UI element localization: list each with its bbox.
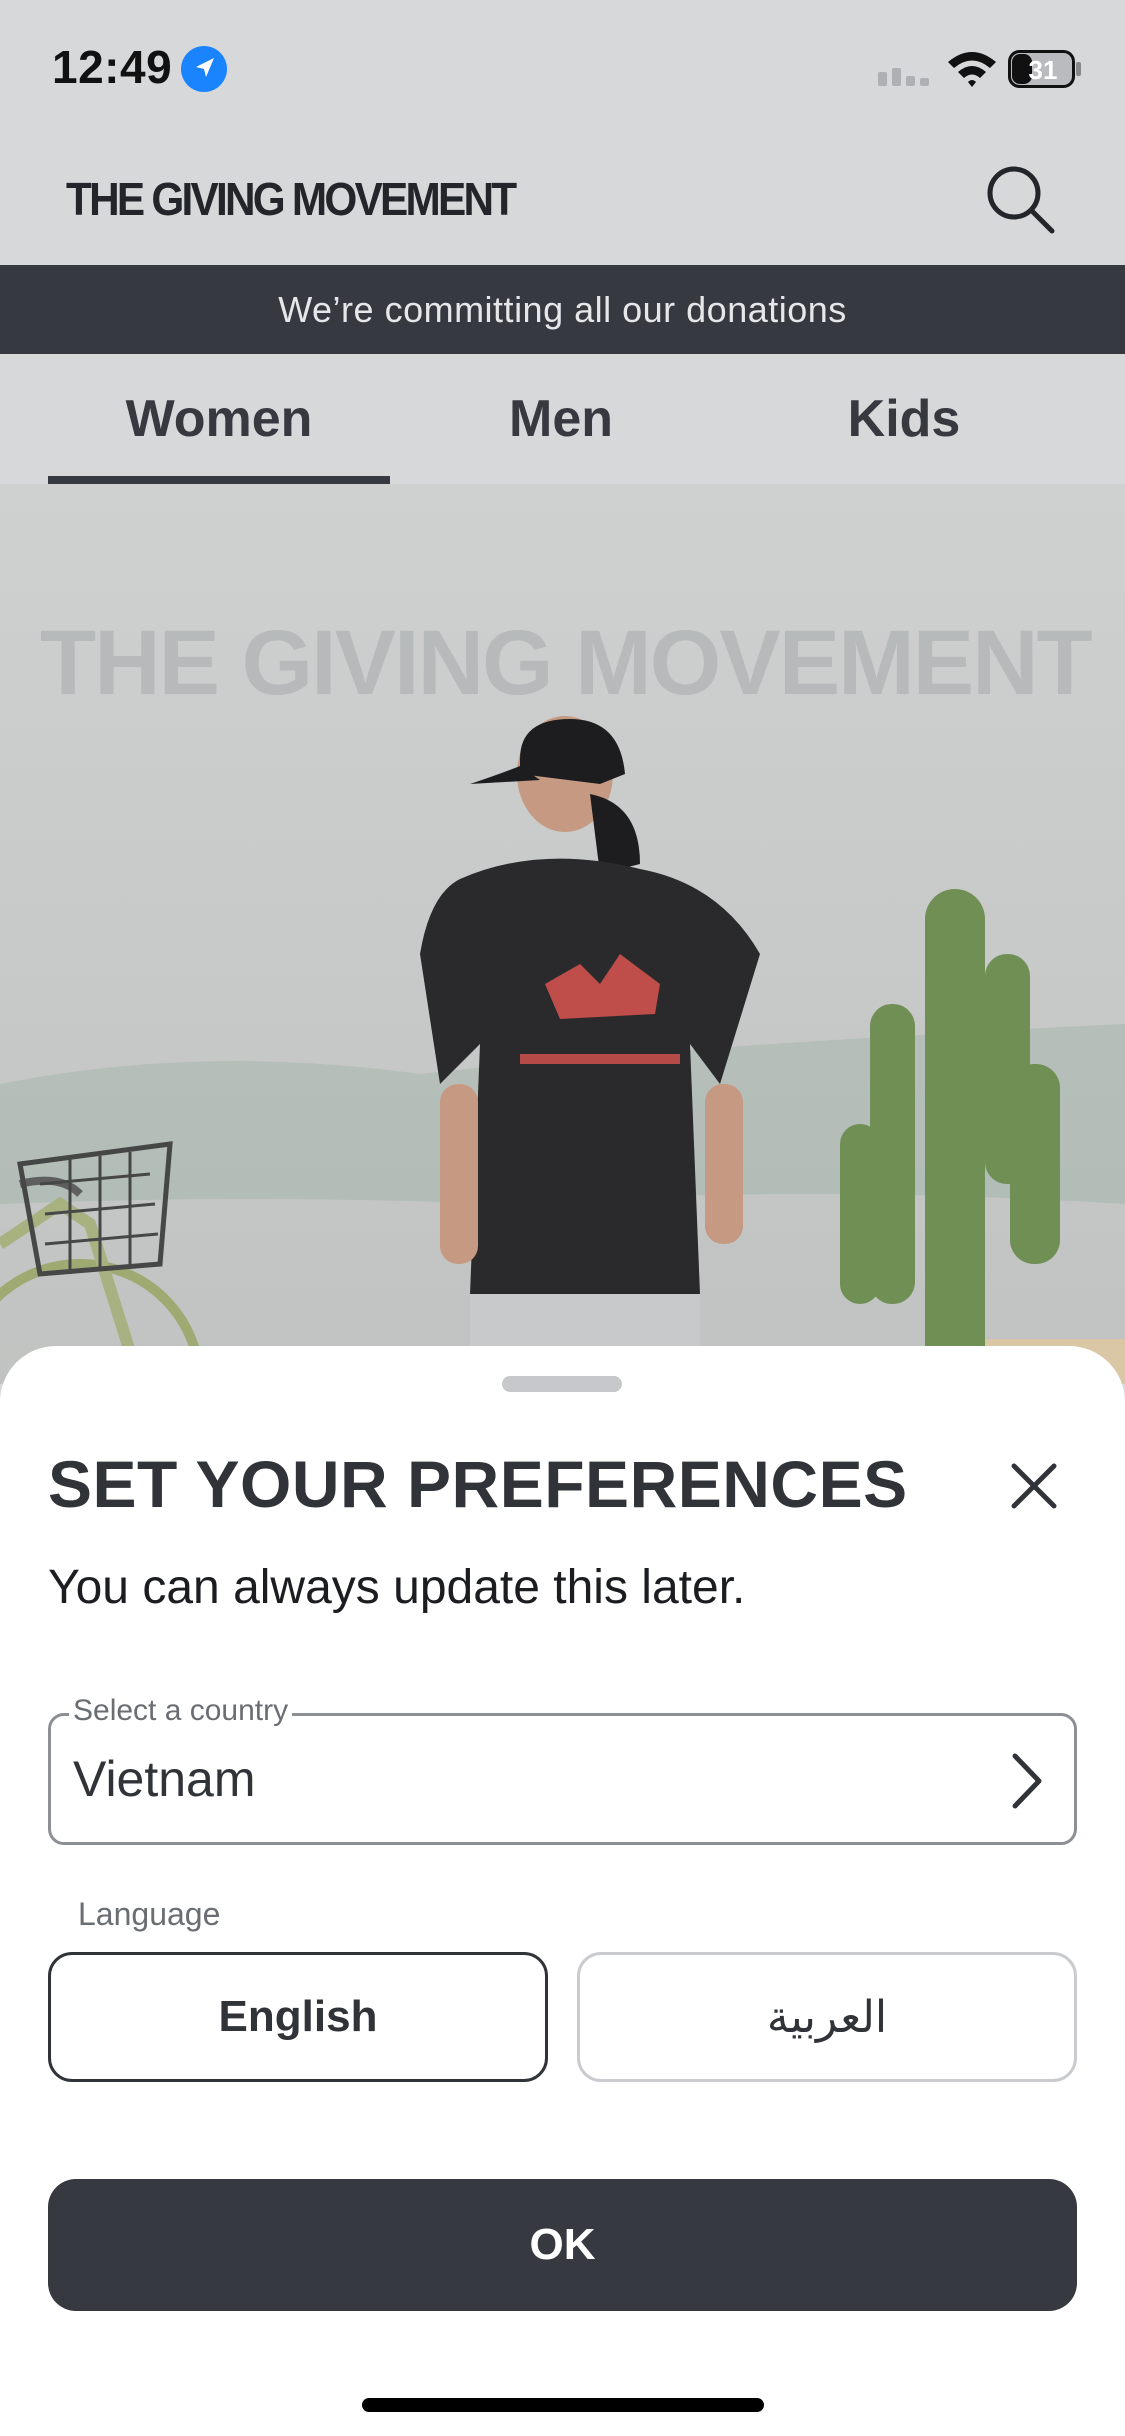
status-bar: 12:49 31: [0, 0, 1125, 135]
app-screen: 12:49 31 THE GIVING MOVEMENT We’re commi…: [0, 0, 1125, 2436]
wall-painted-text: THE GIVING MOVEMENT: [40, 612, 1093, 714]
ok-button[interactable]: OK: [48, 2179, 1077, 2311]
hero-illustration: THE GIVING MOVEMENT: [0, 484, 1125, 1384]
cellular-signal-icon: [878, 68, 929, 86]
hero-image[interactable]: THE GIVING MOVEMENT: [0, 484, 1125, 1384]
tab-kids[interactable]: Kids: [733, 354, 1075, 484]
banner-text: We’re committing all our donations: [278, 288, 847, 330]
sheet-grabber[interactable]: [502, 1376, 622, 1392]
category-tabs: Women Men Kids: [0, 354, 1125, 484]
close-icon[interactable]: [1004, 1456, 1064, 1516]
app-header: THE GIVING MOVEMENT: [0, 135, 1125, 265]
preferences-sheet: SET YOUR PREFERENCES You can always upda…: [0, 1346, 1125, 2436]
search-icon[interactable]: [980, 159, 1060, 239]
chevron-right-icon: [1012, 1753, 1042, 1809]
battery-icon: 31: [1008, 50, 1081, 88]
language-english-button[interactable]: English: [48, 1952, 548, 2082]
country-select[interactable]: Select a country Vietnam: [48, 1694, 1077, 1845]
status-time: 12:49: [52, 41, 173, 93]
wifi-icon: [948, 52, 996, 87]
tab-women[interactable]: Women: [48, 354, 390, 484]
battery-level: 31: [1029, 55, 1058, 85]
country-field-label: Select a country: [69, 1694, 293, 1728]
language-label: Language: [78, 1896, 221, 1932]
home-indicator[interactable]: [362, 2398, 764, 2412]
country-value: Vietnam: [73, 1751, 256, 1807]
location-arrow-icon: [181, 46, 227, 92]
brand-logo[interactable]: THE GIVING MOVEMENT: [66, 172, 517, 226]
sheet-subtitle: You can always update this later.: [48, 1561, 746, 1614]
tab-men[interactable]: Men: [390, 354, 732, 484]
language-arabic-button[interactable]: العربية: [577, 1952, 1077, 2082]
sheet-title: SET YOUR PREFERENCES: [48, 1447, 908, 1521]
announcement-banner: We’re committing all our donations: [0, 265, 1125, 354]
